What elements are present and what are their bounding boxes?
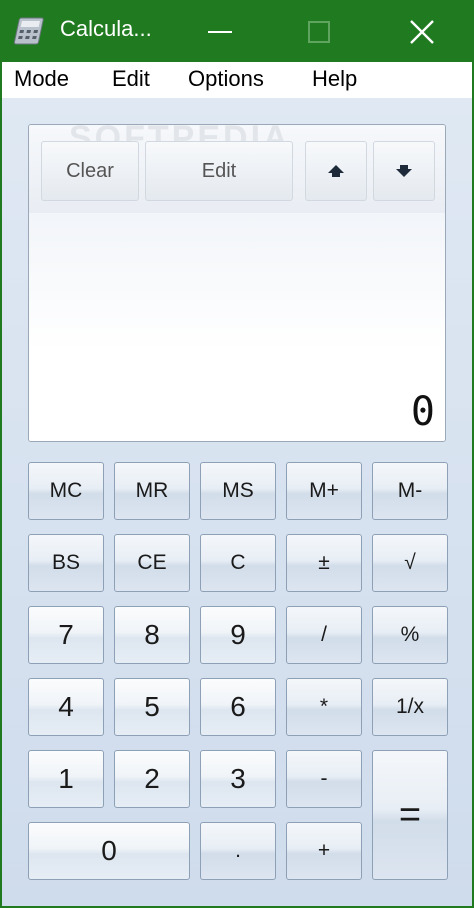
close-button[interactable] (395, 10, 449, 54)
key-decimal[interactable]: . (200, 822, 276, 880)
key-backspace[interactable]: BS (28, 534, 104, 592)
key-0[interactable]: 0 (28, 822, 190, 880)
key-7[interactable]: 7 (28, 606, 104, 664)
key-6[interactable]: 6 (200, 678, 276, 736)
close-icon (410, 20, 434, 44)
key-subtract[interactable]: - (286, 750, 362, 808)
key-2[interactable]: 2 (114, 750, 190, 808)
key-plus-minus[interactable]: ± (286, 534, 362, 592)
window-title: Calcula... (60, 16, 152, 41)
key-5[interactable]: 5 (114, 678, 190, 736)
key-1[interactable]: 1 (28, 750, 104, 808)
display-panel: SOFTPEDIA Clear Edit 0 (28, 124, 446, 442)
maximize-icon (308, 21, 330, 43)
key-memory-subtract[interactable]: M- (372, 462, 448, 520)
key-square-root[interactable]: √ (372, 534, 448, 592)
calculator-window: Calcula... Mode Edit Options Help SOFTPE… (0, 0, 474, 908)
menu-bar: Mode Edit Options Help (2, 62, 472, 99)
key-memory-store[interactable]: MS (200, 462, 276, 520)
key-add[interactable]: + (286, 822, 362, 880)
minimize-icon (208, 31, 232, 33)
history-down-button[interactable] (373, 141, 435, 201)
key-memory-clear[interactable]: MC (28, 462, 104, 520)
key-multiply[interactable]: * (286, 678, 362, 736)
menu-help[interactable]: Help (312, 66, 357, 92)
menu-options[interactable]: Options (188, 66, 264, 92)
key-equals[interactable]: = (372, 750, 448, 880)
key-reciprocal[interactable]: 1/x (372, 678, 448, 736)
key-3[interactable]: 3 (200, 750, 276, 808)
key-clear[interactable]: C (200, 534, 276, 592)
history-toolbar: SOFTPEDIA Clear Edit (29, 125, 445, 214)
key-clear-entry[interactable]: CE (114, 534, 190, 592)
calculator-app-icon (12, 16, 44, 46)
down-arrow-icon (396, 165, 412, 177)
menu-edit[interactable]: Edit (112, 66, 150, 92)
maximize-button[interactable] (292, 10, 346, 54)
edit-history-button[interactable]: Edit (145, 141, 293, 201)
key-memory-recall[interactable]: MR (114, 462, 190, 520)
key-divide[interactable]: / (286, 606, 362, 664)
key-4[interactable]: 4 (28, 678, 104, 736)
calculator-body: SOFTPEDIA Clear Edit 0 MC MR MS M+ M- BS… (2, 98, 472, 906)
minimize-button[interactable] (193, 10, 247, 54)
menu-mode[interactable]: Mode (14, 66, 69, 92)
key-memory-add[interactable]: M+ (286, 462, 362, 520)
history-up-button[interactable] (305, 141, 367, 201)
key-percent[interactable]: % (372, 606, 448, 664)
title-bar[interactable]: Calcula... (0, 0, 474, 62)
key-9[interactable]: 9 (200, 606, 276, 664)
result-area: 0 (29, 213, 445, 441)
key-8[interactable]: 8 (114, 606, 190, 664)
result-value: 0 (410, 389, 435, 435)
clear-history-button[interactable]: Clear (41, 141, 139, 201)
up-arrow-icon (328, 165, 344, 177)
